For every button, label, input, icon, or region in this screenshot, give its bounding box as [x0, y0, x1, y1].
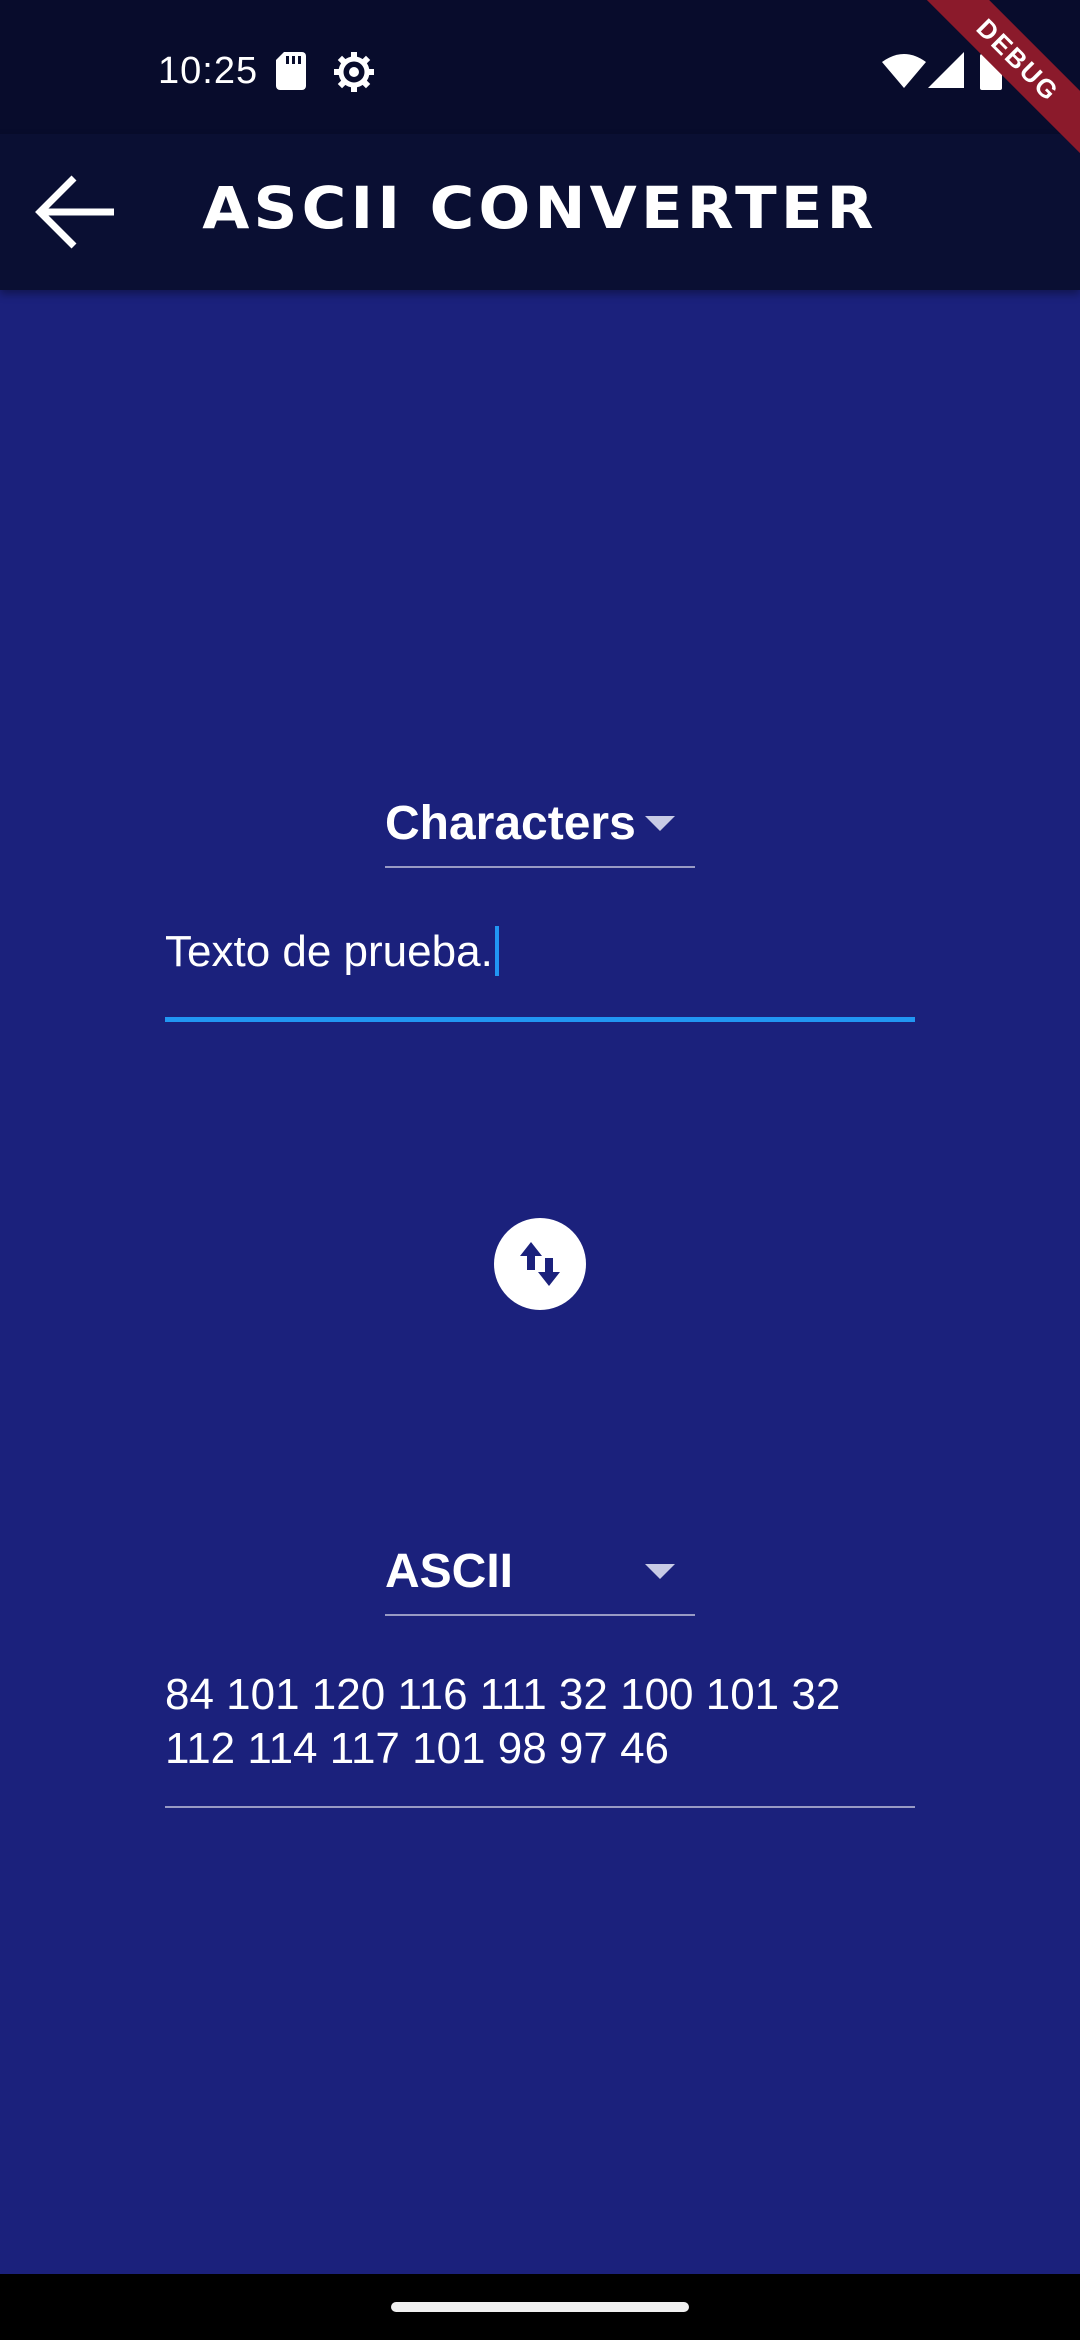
dropdown-arrow-icon: [645, 816, 675, 831]
output-text-field[interactable]: 84 101 120 116 111 32 100 101 32 112 114…: [165, 1668, 915, 1810]
text-cursor: [494, 926, 499, 976]
home-indicator[interactable]: [391, 2302, 689, 2312]
output-text-line-1: 84 101 120 116 111 32 100 101 32: [165, 1670, 841, 1719]
output-underline: [165, 1806, 915, 1808]
output-type-value: ASCII: [385, 1545, 514, 1598]
swap-vertical-icon: [520, 1242, 560, 1286]
navigation-bar: [0, 2274, 1080, 2340]
output-type-dropdown[interactable]: ASCII: [385, 1530, 695, 1616]
wifi-icon: [882, 54, 926, 93]
input-text-value: Texto de prueba.: [165, 927, 493, 976]
settings-gear-icon: [334, 52, 374, 97]
input-text-field[interactable]: Texto de prueba.: [165, 925, 915, 1025]
input-underline: [165, 1017, 915, 1022]
app-bar: ASCII CONVERTER: [0, 134, 1080, 290]
app-title: ASCII CONVERTER: [202, 174, 878, 242]
screen: 10:25 DEBUG ASCII CONVERTER Characters T…: [0, 0, 1080, 2340]
output-text-line-2: 112 114 117 101 98 97 46: [165, 1724, 670, 1773]
dropdown-arrow-icon: [645, 1564, 675, 1579]
swap-button[interactable]: [494, 1218, 586, 1310]
signal-icon: [928, 52, 964, 93]
sd-card-icon: [276, 52, 306, 95]
input-type-dropdown[interactable]: Characters: [385, 782, 695, 868]
status-bar: 10:25: [0, 0, 1080, 134]
input-type-value: Characters: [385, 797, 636, 850]
status-time: 10:25: [158, 50, 259, 92]
